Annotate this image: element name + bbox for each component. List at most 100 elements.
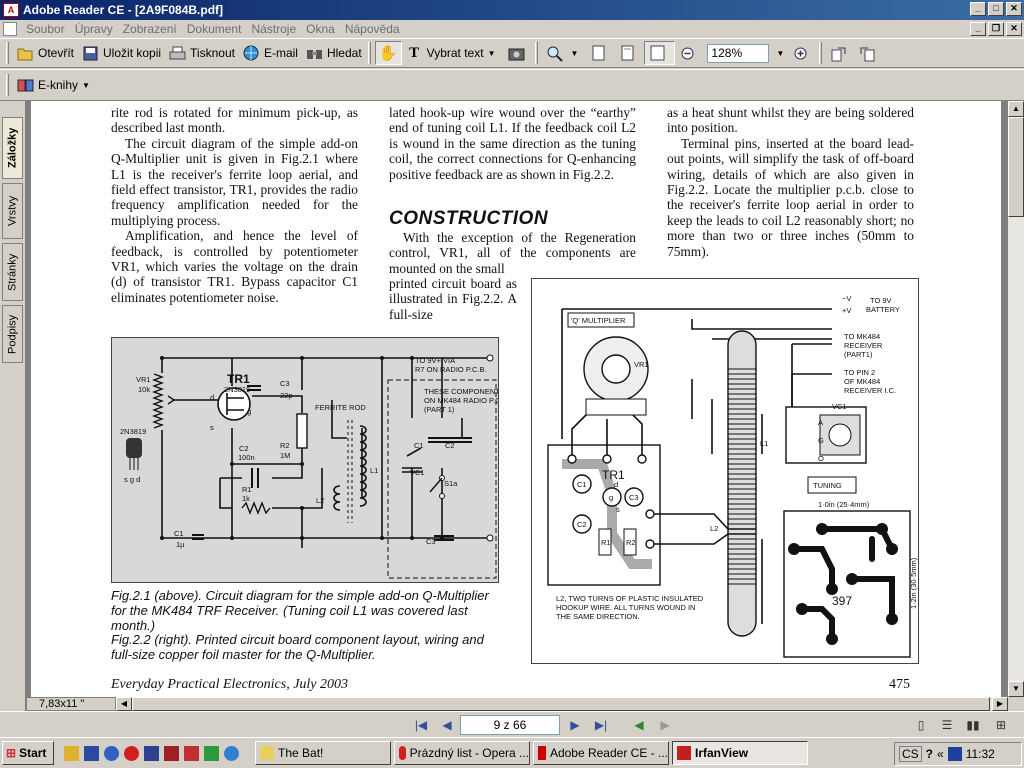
email-button[interactable]: E-mail bbox=[239, 41, 302, 65]
label-gate: g bbox=[247, 407, 251, 416]
select-text-button[interactable]: T Vybrat text ▼ bbox=[402, 41, 504, 65]
save-copy-button[interactable]: Uložit kopii bbox=[78, 41, 165, 65]
menu-soubor[interactable]: Soubor bbox=[21, 22, 70, 36]
zoom-tool-button[interactable]: ▼ bbox=[542, 41, 587, 65]
rotate-right-button[interactable] bbox=[855, 41, 884, 65]
menu-okna[interactable]: Okna bbox=[301, 22, 340, 36]
search-button[interactable]: Hledat bbox=[302, 41, 366, 65]
minimize-button[interactable]: _ bbox=[970, 2, 986, 16]
quick-launch-icon[interactable] bbox=[144, 745, 159, 761]
caption-fig-2-2: Fig.2.2 (right). Printed circuit board c… bbox=[111, 632, 484, 663]
horizontal-scrollbar[interactable]: 7,83x11 " ◀ ▶ bbox=[26, 697, 1008, 711]
vertical-scroll-thumb[interactable] bbox=[1008, 117, 1024, 217]
paragraph: printed circuit board as illustrated in … bbox=[389, 276, 517, 322]
document-icon[interactable] bbox=[3, 22, 17, 36]
menu-dokument[interactable]: Dokument bbox=[182, 22, 247, 36]
label-vc1: VC1 bbox=[832, 402, 847, 411]
zoom-in-button[interactable] bbox=[788, 41, 817, 65]
tab-bookmarks[interactable]: Záložky bbox=[2, 117, 23, 179]
zoom-dropdown-icon[interactable]: ▼ bbox=[776, 49, 784, 58]
network-icon[interactable] bbox=[947, 747, 962, 761]
fit-width-button[interactable] bbox=[644, 41, 676, 65]
hand-tool-button[interactable]: ✋ bbox=[374, 41, 402, 65]
adobe-reader-icon[interactable]: A bbox=[3, 3, 19, 17]
ebooks-dropdown-icon[interactable]: ▼ bbox=[82, 81, 90, 90]
menu-upravy[interactable]: Úpravy bbox=[70, 22, 118, 36]
ebooks-button[interactable]: E-knihy ▼ bbox=[13, 73, 98, 97]
label-wire-note-line2: HOOKUP WIRE. ALL TURNS WOUND IN bbox=[556, 603, 695, 612]
zoom-tool-dropdown-icon[interactable]: ▼ bbox=[571, 49, 579, 58]
forward-view-icon[interactable]: ▶ bbox=[656, 716, 674, 734]
menu-napoveda[interactable]: Nápověda bbox=[340, 22, 405, 36]
clock[interactable]: 11:32 bbox=[966, 747, 995, 761]
start-button[interactable]: ⊞ Start bbox=[2, 741, 54, 765]
tab-pages[interactable]: Stránky bbox=[2, 243, 23, 301]
label-tr1: TR1 bbox=[227, 372, 250, 386]
fit-page-button[interactable] bbox=[615, 41, 644, 65]
language-indicator[interactable]: CS bbox=[899, 746, 922, 762]
quick-launch-icon[interactable] bbox=[204, 745, 219, 761]
page-number-field[interactable]: 9 z 66 bbox=[460, 715, 560, 735]
doc-minimize-button[interactable]: _ bbox=[970, 22, 986, 36]
quick-launch-icon[interactable] bbox=[104, 745, 119, 761]
tab-layers[interactable]: Vrstvy bbox=[2, 183, 23, 239]
task-the-bat[interactable]: The Bat! bbox=[255, 741, 391, 765]
quick-launch-icon[interactable] bbox=[164, 745, 179, 761]
continuous-facing-layout-icon[interactable]: ⊞ bbox=[992, 716, 1010, 734]
quick-launch-icon[interactable] bbox=[184, 745, 199, 761]
scroll-left-button[interactable]: ◀ bbox=[116, 697, 132, 711]
previous-page-button[interactable]: ◀ bbox=[438, 716, 456, 734]
scroll-up-button[interactable]: ▲ bbox=[1008, 101, 1024, 117]
toolbar-grip-3[interactable] bbox=[534, 42, 538, 64]
opera-icon[interactable] bbox=[124, 745, 139, 761]
quick-launch-icon[interactable] bbox=[64, 745, 79, 761]
toolbar-grip-5[interactable] bbox=[6, 74, 9, 96]
open-button[interactable]: Otevřít bbox=[13, 41, 78, 65]
task-opera[interactable]: Prázdný list - Opera ... bbox=[394, 741, 530, 765]
scroll-down-button[interactable]: ▼ bbox=[1008, 681, 1024, 697]
facing-layout-icon[interactable]: ▮▮ bbox=[964, 716, 982, 734]
vertical-scrollbar[interactable]: ▲ ▼ bbox=[1008, 101, 1024, 697]
continuous-layout-icon[interactable]: ☰ bbox=[938, 716, 956, 734]
quick-launch-icon[interactable] bbox=[84, 745, 99, 761]
close-button[interactable]: ✕ bbox=[1006, 2, 1022, 16]
document-view[interactable]: rite rod is rotated for minimum pick-up,… bbox=[26, 101, 1008, 697]
caption-fig-2-1: Fig.2.1 (above). Circuit diagram for the… bbox=[111, 588, 489, 633]
section-heading: CONSTRUCTION bbox=[389, 208, 549, 229]
rotate-left-button[interactable] bbox=[826, 41, 855, 65]
toolbar-grip-2[interactable] bbox=[367, 42, 371, 64]
scroll-right-button[interactable]: ▶ bbox=[992, 697, 1008, 711]
actual-size-button[interactable] bbox=[586, 41, 615, 65]
horizontal-scroll-thumb[interactable] bbox=[132, 697, 990, 711]
menu-nastroje[interactable]: Nástroje bbox=[246, 22, 301, 36]
back-view-icon[interactable]: ◀ bbox=[630, 716, 648, 734]
doc-restore-button[interactable]: ❐ bbox=[988, 22, 1004, 36]
maximize-button[interactable]: □ bbox=[988, 2, 1004, 16]
ebooks-label: E-knihy bbox=[38, 78, 79, 92]
snapshot-button[interactable] bbox=[504, 41, 533, 65]
label-dimension-width: 1·0in (25·4mm) bbox=[818, 500, 870, 509]
first-page-button[interactable]: |◀ bbox=[412, 716, 430, 734]
quick-launch-icon[interactable] bbox=[224, 745, 239, 761]
chevron-down-icon[interactable]: ▼ bbox=[488, 49, 496, 58]
zoom-input[interactable]: 128% bbox=[707, 43, 770, 63]
doc-close-button[interactable]: ✕ bbox=[1006, 22, 1022, 36]
print-button[interactable]: Tisknout bbox=[165, 41, 239, 65]
next-page-button[interactable]: ▶ bbox=[566, 716, 584, 734]
task-label: Prázdný list - Opera ... bbox=[409, 746, 529, 760]
toolbar-grip-4[interactable] bbox=[819, 42, 823, 64]
pdf-page[interactable]: rite rod is rotated for minimum pick-up,… bbox=[31, 101, 1001, 697]
toolbar-grip[interactable] bbox=[6, 42, 9, 64]
help-icon[interactable]: ? bbox=[926, 747, 933, 761]
printer-icon bbox=[169, 45, 186, 62]
menu-zobrazeni[interactable]: Zobrazení bbox=[118, 22, 182, 36]
last-page-button[interactable]: ▶| bbox=[592, 716, 610, 734]
task-irfanview[interactable]: IrfanView bbox=[672, 741, 808, 765]
zoom-out-button[interactable] bbox=[675, 41, 704, 65]
task-adobe-reader[interactable]: Adobe Reader CE - ... bbox=[533, 741, 669, 765]
title-bar[interactable]: A Adobe Reader CE - [2A9F084B.pdf] _ □ ✕ bbox=[0, 0, 1024, 20]
single-page-layout-icon[interactable]: ▯ bbox=[912, 716, 930, 734]
tab-signatures[interactable]: Podpisy bbox=[2, 305, 23, 363]
page-fit-icon bbox=[619, 45, 636, 62]
tray-arrow-icon[interactable]: « bbox=[937, 747, 944, 761]
